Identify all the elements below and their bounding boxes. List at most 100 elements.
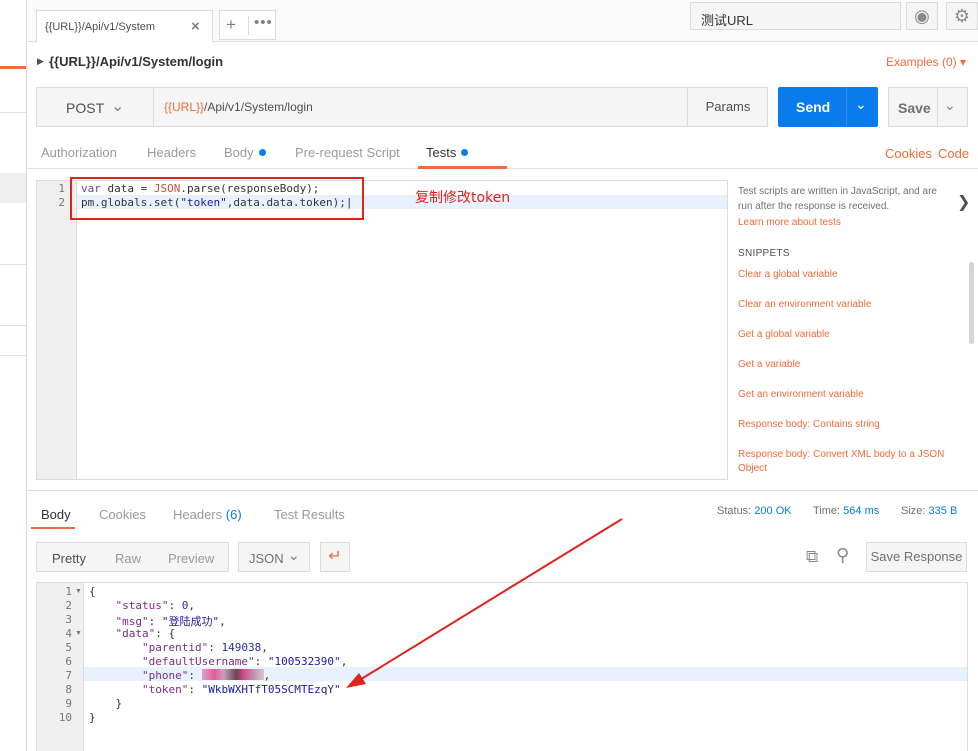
search-icon[interactable]: ⚲ [836,545,849,566]
line-number: 3 [65,613,72,626]
json-line: "phone": , [141,669,271,682]
pane-divider[interactable] [27,490,978,491]
cookies-link[interactable]: Cookies [885,146,932,161]
line-number: 4 [65,627,72,640]
snippet-link[interactable]: Clear a global variable [738,268,952,282]
request-title-row: ▶ {{URL}}/Api/v1/System/login Examples (… [27,42,978,82]
view-preview[interactable]: Preview [168,551,214,566]
url-input[interactable]: {{URL}}/Api/v1/System/login [164,100,313,114]
response-body-viewer[interactable]: 1 2 3 4 5 6 7 8 9 10 ▼ ▼ { "status": 0, … [36,582,968,751]
line-number: 1 [65,585,72,598]
examples-label: Examples (0) [885,55,957,69]
modified-dot [461,149,469,156]
sidebar-divider [0,355,26,356]
snippet-link[interactable]: Response body: Convert XML body to a JSO… [738,448,952,476]
tests-editor[interactable]: 1 2 var data = JSON.parse(responseBody);… [36,180,728,480]
fold-caret-icon[interactable]: ▼ [75,630,82,637]
size-value: 335 B [928,505,958,517]
snippet-link[interactable]: Get a variable [738,358,952,372]
time-label: Time: [813,505,841,517]
status-value: 200 OK [754,505,792,517]
url-path: /Api/v1/System/login [204,100,313,114]
json-line: { [89,585,96,598]
tab-response-headers[interactable]: Headers (6) [173,507,242,522]
save-response-button[interactable]: Save Response [866,542,967,572]
copy-icon[interactable]: ⧉ [806,547,818,567]
more-icon[interactable]: ••• [254,14,273,31]
annotation-box [70,177,364,220]
url-variable: {{URL}} [164,100,205,114]
new-tab-group: + ••• [219,10,276,40]
request-title[interactable]: {{URL}}/Api/v1/System/login [49,54,223,69]
help-panel: Test scripts are written in JavaScript, … [738,184,970,484]
active-tab-indicator [418,166,507,169]
send-button[interactable]: Send ⌄ [778,87,878,127]
chevron-down-icon[interactable]: ⌄ [944,97,956,114]
fold-caret-icon[interactable]: ▼ [75,588,82,595]
close-icon[interactable]: × [191,18,200,35]
sidebar-selected-row[interactable] [0,173,26,203]
sidebar-active-indicator [0,66,26,69]
json-line: "parentid": 149038, [141,641,268,654]
gear-icon[interactable]: ⚙ [946,2,978,30]
line-number: 7 [65,669,72,682]
send-label: Send [796,99,831,115]
size-readout: Size: 335 B [901,505,957,517]
method-select[interactable]: POST ⌄ [37,88,154,126]
caret-right-icon[interactable]: ▶ [37,56,44,67]
chevron-down-icon[interactable]: ⌄ [855,96,867,113]
divider [846,87,847,127]
chevron-down-icon: ⌄ [701,5,713,21]
redacted-phone [201,669,264,680]
snippet-link[interactable]: Clear an environment variable [738,298,952,312]
json-line: "token": "WkbWXHTfT05SCMTEzqY" [141,683,341,696]
divider [937,88,938,126]
snippets-title: SNIPPETS [738,248,790,259]
tab-response-cookies[interactable]: Cookies [99,507,146,522]
chevron-right-icon[interactable]: ❯ [957,192,970,212]
url-bar: POST ⌄ {{URL}}/Api/v1/System/login Param… [36,87,768,127]
format-label: JSON [249,551,284,566]
eye-icon[interactable]: ◉ [906,2,938,30]
request-tab[interactable]: {{URL}}/Api/v1/System × [36,10,213,43]
environment-select[interactable]: 测试URL ⌄ [690,2,901,30]
modified-dot [258,149,266,156]
examples-dropdown[interactable]: Examples (0) ▾ [886,55,966,69]
tab-response-body[interactable]: Body [41,507,71,522]
snippet-link[interactable]: Get an environment variable [738,388,952,402]
chevron-down-icon: ⌄ [288,547,300,563]
view-pretty[interactable]: Pretty [52,551,86,566]
save-button[interactable]: Save ⌄ [888,87,968,127]
json-line: "defaultUsername": "100532390", [141,655,348,668]
headers-count: (6) [225,507,242,522]
code-link[interactable]: Code [938,146,969,161]
chevron-down-icon: ⌄ [111,98,125,115]
view-raw[interactable]: Raw [115,551,141,566]
save-label: Save [898,100,931,116]
line-number: 5 [65,641,72,654]
tab-test-results[interactable]: Test Results [274,507,345,522]
method-label: POST [66,100,105,116]
response-tabs: Body Cookies Headers (6) Test Results St… [27,497,978,530]
plus-icon[interactable]: + [226,15,236,35]
help-description: Test scripts are written in JavaScript, … [738,186,937,212]
tab-body[interactable]: Body [224,145,266,160]
wrap-lines-icon[interactable]: ↵ [320,542,350,572]
status-readout: Status: 200 OK [717,505,792,517]
tab-headers[interactable]: Headers [147,145,196,160]
tab-authorization[interactable]: Authorization [41,145,117,160]
line-number: 6 [65,655,72,668]
line-number-gutter: 1 2 [37,181,77,479]
params-button[interactable]: Params [687,88,768,126]
divider [248,16,249,35]
learn-more-link[interactable]: Learn more about tests [738,217,841,228]
help-scrollbar[interactable] [969,262,974,344]
snippet-link[interactable]: Get a global variable [738,328,952,342]
sidebar-edge [0,0,27,751]
line-number-gutter: 1 2 3 4 5 6 7 8 9 10 ▼ ▼ [37,583,84,751]
format-select[interactable]: JSON ⌄ [238,542,310,572]
tab-tests[interactable]: Tests [426,145,469,160]
line-number: 1 [58,182,65,195]
tab-pre-request-script[interactable]: Pre-request Script [295,145,400,160]
snippet-link[interactable]: Response body: Contains string [738,418,952,432]
